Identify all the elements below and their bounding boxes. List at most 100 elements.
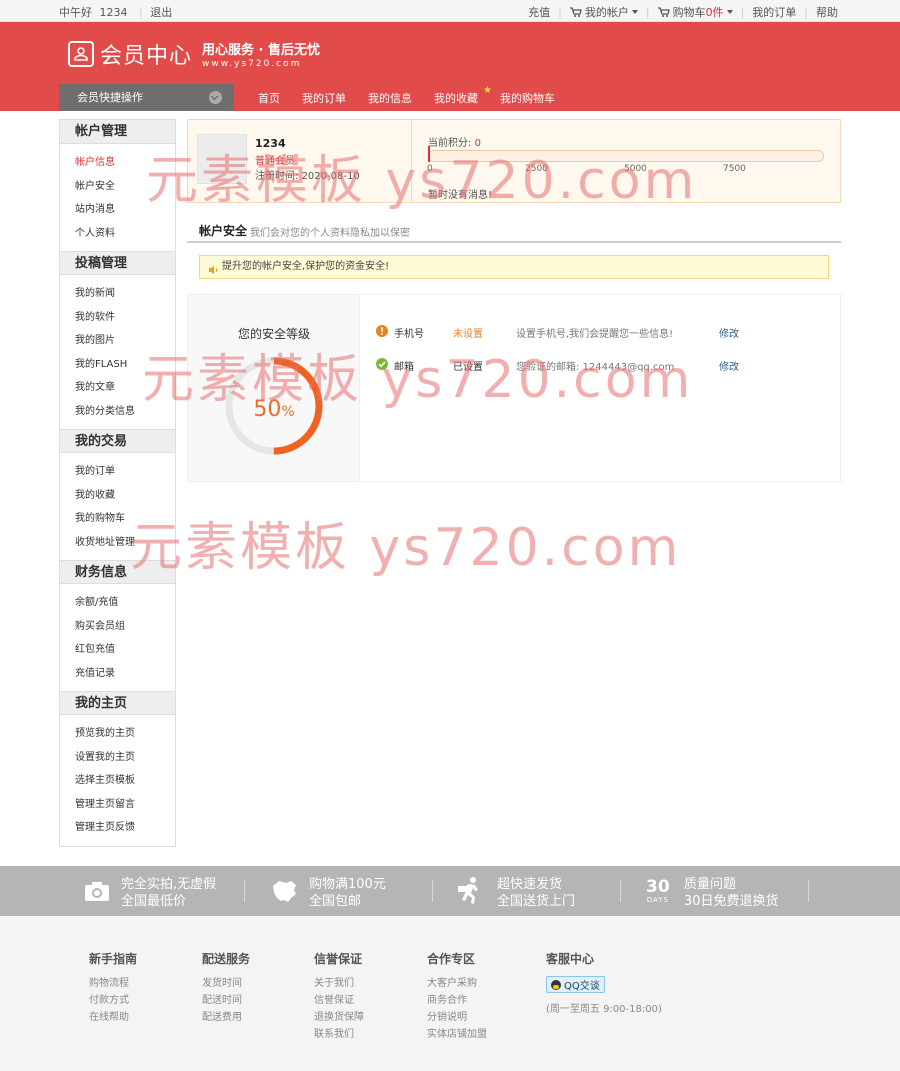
sidebar-item-profile[interactable]: 个人资料 (75, 222, 175, 246)
days-word: DAYS (646, 896, 669, 904)
greeting: 中午好 (59, 6, 92, 19)
footer-link[interactable]: 购物流程 (89, 975, 137, 992)
nav-home[interactable]: 首页 (258, 90, 280, 106)
help-link[interactable]: 帮助 (816, 4, 838, 20)
sidebar-item-home-feedback[interactable]: 管理主页反馈 (75, 816, 175, 840)
chevron-down-icon (631, 10, 638, 14)
logo[interactable]: 会员中心 用心服务 · 售后无忧 www.ys720.com (68, 38, 320, 70)
watermark: 元素模板 ys720.com (142, 350, 694, 410)
qq-penguin-icon (551, 979, 561, 990)
my-account-label: 我的帐户 (584, 6, 629, 19)
delivery-runner-icon (457, 876, 485, 909)
qq-chat-button[interactable]: QQ交谈 (546, 976, 605, 993)
cart-menu[interactable]: 购物车 0件 | (657, 4, 753, 20)
user-icon (68, 41, 94, 67)
footer-link[interactable]: 付款方式 (89, 992, 137, 1009)
footer-link[interactable]: 实体店铺加盟 (427, 1026, 487, 1043)
service-item: 完全实拍,无虚假 全国最低价 (121, 876, 216, 910)
sidebar: 帐户管理 帐户信息 帐户安全 站内消息 个人资料 投稿管理 我的新闻 我的软件 … (59, 119, 176, 847)
nav-my-info[interactable]: 我的信息 (368, 90, 412, 106)
edit-email-link[interactable]: 修改 (719, 358, 739, 373)
footer-link[interactable]: 分销说明 (427, 1009, 487, 1026)
sidebar-item-news[interactable]: 我的新闻 (75, 282, 175, 306)
sidebar-group-title: 我的主页 (60, 691, 175, 715)
service-hours: (周一至周五 9:00-18:00) (546, 1004, 662, 1015)
nav-my-orders[interactable]: 我的订单 (302, 90, 346, 106)
quick-ops-dropdown[interactable]: 会员快捷操作 (59, 84, 234, 111)
points-tick: 7500 (723, 164, 746, 174)
footer-link[interactable]: 大客户采购 (427, 975, 487, 992)
logout-link[interactable]: 退出 (150, 6, 172, 19)
footer-col-title: 合作专区 (427, 952, 476, 966)
slogan: 用心服务 · 售后无忧 (202, 43, 321, 58)
recharge-link[interactable]: 充值 (528, 4, 550, 20)
service-item-line: 全国包邮 (309, 894, 362, 909)
sidebar-group-title: 投稿管理 (60, 251, 175, 275)
footer-link[interactable]: 在线帮助 (89, 1009, 137, 1026)
sidebar-item-home-template[interactable]: 选择主页模板 (75, 769, 175, 793)
sidebar-item-favorites[interactable]: 我的收藏 (75, 484, 175, 508)
footer-col-credit: 信誉保证 关于我们 信誉保证 退换货保障 联系我们 (314, 950, 364, 1043)
chevron-down-icon (209, 91, 222, 104)
sidebar-item-orders[interactable]: 我的订单 (75, 460, 175, 484)
footer-link[interactable]: 信誉保证 (314, 992, 364, 1009)
sidebar-item-balance[interactable]: 余额/充值 (75, 591, 175, 615)
sidebar-item-software[interactable]: 我的软件 (75, 306, 175, 330)
watermark: 元素模板 ys720.com (146, 151, 698, 211)
security-desc: 我们会对您的个人资料隐私加以保密 (250, 228, 410, 239)
footer-link[interactable]: 商务合作 (427, 992, 487, 1009)
sidebar-group-homepage: 我的主页 预览我的主页 设置我的主页 选择主页模板 管理主页留言 管理主页反馈 (60, 691, 175, 846)
footer-col-delivery: 配送服务 发货时间 配送时间 配送费用 (202, 950, 250, 1026)
sidebar-item-buy-group[interactable]: 购买会员组 (75, 615, 175, 639)
camera-icon (84, 880, 110, 905)
qq-chat-label: QQ交谈 (564, 981, 600, 992)
sidebar-item-preview-home[interactable]: 预览我的主页 (75, 722, 175, 746)
sidebar-item-recharge-log[interactable]: 充值记录 (75, 662, 175, 686)
cart-icon (657, 7, 670, 17)
china-map-icon (270, 878, 298, 907)
my-orders-link[interactable]: 我的订单 (752, 4, 796, 20)
service-item-line: 超快速发货 (497, 877, 563, 892)
footer-col-title: 新手指南 (89, 952, 138, 966)
sidebar-group-title: 我的交易 (60, 429, 175, 453)
chevron-down-icon (726, 10, 733, 14)
site-domain: www.ys720.com (202, 59, 302, 69)
star-icon: ★ (483, 85, 492, 96)
edit-phone-link[interactable]: 修改 (719, 325, 739, 340)
footer-link[interactable]: 关于我们 (314, 975, 364, 992)
footer-col-title: 客服中心 (546, 952, 595, 966)
service-item-line: 购物满100元 (309, 877, 386, 892)
service-item-line: 全国最低价 (121, 894, 187, 909)
sidebar-item-home-comments[interactable]: 管理主页留言 (75, 793, 175, 817)
footer-link[interactable]: 联系我们 (314, 1026, 364, 1043)
cart-count: 0件 (705, 6, 724, 19)
security-section-header: 帐户安全 我们会对您的个人资料隐私加以保密 (187, 219, 841, 243)
footer-col-partner: 合作专区 大客户采购 商务合作 分销说明 实体店铺加盟 (427, 950, 487, 1043)
footer-link[interactable]: 配送费用 (202, 1009, 250, 1026)
nav-my-favorites[interactable]: 我的收藏 ★ (434, 85, 492, 106)
top-bar: 中午好 1234 | 退出 充值 | 我的帐户 | 购物车 0件 | 我的订单 | 帮助 (0, 0, 900, 22)
top-username[interactable]: 1234 (100, 6, 128, 19)
footer-link[interactable]: 退换货保障 (314, 1009, 364, 1026)
footer-link[interactable]: 配送时间 (202, 992, 250, 1009)
divider (808, 880, 809, 902)
sidebar-item-redpacket[interactable]: 红包充值 (75, 638, 175, 662)
security-notice: 提升您的帐户安全,保护您的资金安全! (199, 255, 829, 279)
footer-col-guide: 新手指南 购物流程 付款方式 在线帮助 (89, 950, 137, 1026)
my-account-menu[interactable]: 我的帐户 | (569, 4, 658, 20)
sidebar-item-set-home[interactable]: 设置我的主页 (75, 746, 175, 770)
footer-col-service: 客服中心 QQ交谈 (周一至周五 9:00-18:00) (546, 950, 662, 1015)
nav-my-cart[interactable]: 我的购物车 (500, 90, 555, 106)
service-item: 质量问题 30日免费退换货 (684, 876, 779, 910)
service-item: 购物满100元 全国包邮 (309, 876, 386, 910)
thirty-days-icon: 30 DAYS (646, 878, 670, 904)
service-item-line: 全国送货上门 (497, 894, 576, 909)
divider (244, 880, 245, 902)
footer-col-title: 信誉保证 (314, 952, 363, 966)
quick-ops-label: 会员快捷操作 (77, 91, 143, 104)
footer-link[interactable]: 发货时间 (202, 975, 250, 992)
divider (432, 880, 433, 902)
speaker-icon (208, 262, 219, 284)
service-item: 超快速发货全国送货上门 (497, 876, 575, 910)
footer: 新手指南 购物流程 付款方式 在线帮助 配送服务 发货时间 配送时间 配送费用 … (0, 916, 900, 1071)
